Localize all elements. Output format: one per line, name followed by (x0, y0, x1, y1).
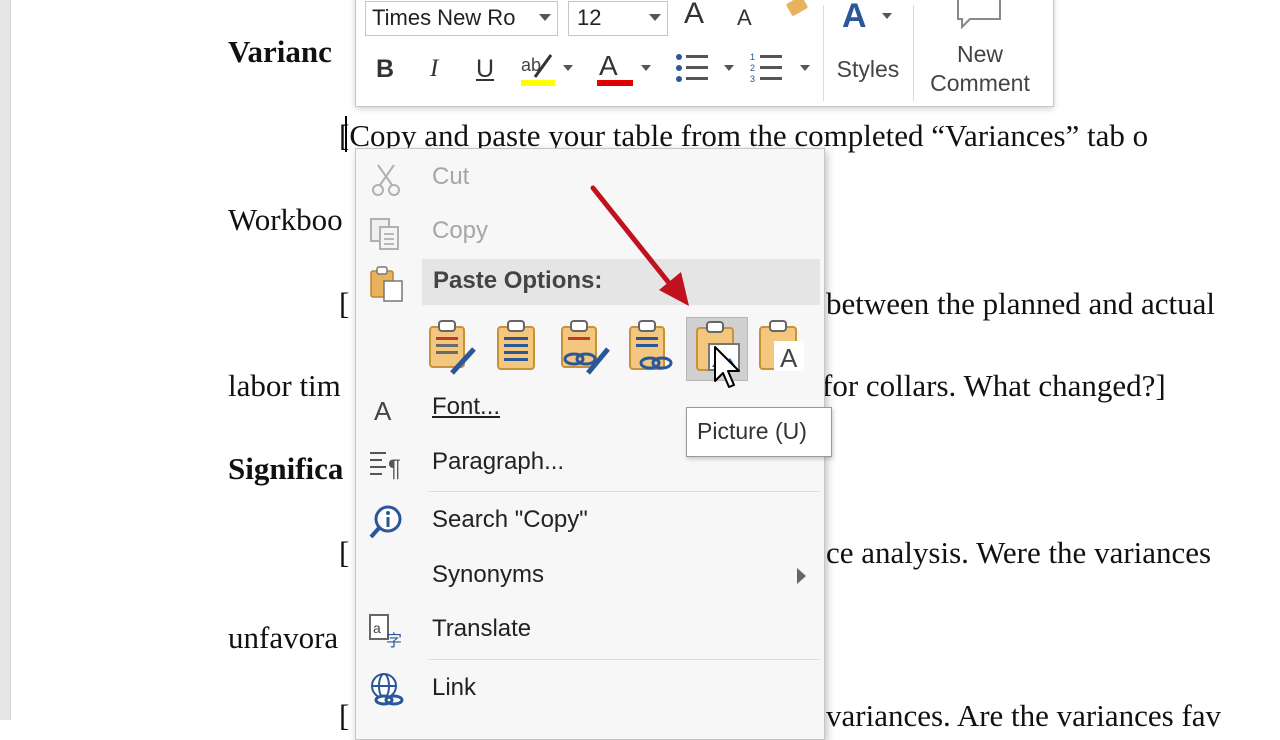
doc-paragraph-3-line-1[interactable]: ce analysis. Were the variances (826, 535, 1211, 571)
globe-link-icon (368, 672, 404, 708)
menu-item-synonyms[interactable]: Synonyms (356, 551, 824, 601)
doc-paragraph-3-bracket[interactable]: [ (339, 535, 349, 571)
font-name-combobox[interactable]: Times New Ro (365, 1, 558, 36)
doc-paragraph-1-line-2[interactable]: Workboo (228, 202, 343, 238)
chevron-down-icon (649, 14, 661, 21)
menu-separator (428, 659, 820, 660)
toolbar-separator (913, 5, 914, 101)
svg-text:2: 2 (750, 63, 755, 73)
highlight-color-button[interactable]: ab (519, 49, 575, 91)
font-size-combobox[interactable]: 12 (568, 1, 668, 36)
svg-text:3: 3 (750, 74, 755, 84)
font-size-value: 12 (577, 5, 602, 30)
new-comment-label-line-2: Comment (930, 70, 1030, 96)
tooltip-text: Picture (U) (697, 418, 807, 444)
menu-item-search-label: Search "Copy" (432, 506, 588, 533)
paste-merge-formatting-icon[interactable] (488, 317, 548, 379)
new-comment-button[interactable]: New Comment (918, 40, 1042, 98)
shrink-font-button[interactable]: A (737, 5, 752, 31)
paste-options-clipboard-icon (368, 265, 406, 303)
svg-text:a: a (373, 620, 381, 636)
doc-paragraph-4-bracket[interactable]: [ (339, 698, 349, 734)
paragraph-icon: ¶ (368, 446, 404, 482)
new-comment-label-line-1: New (956, 41, 1003, 67)
doc-paragraph-2-bracket[interactable]: [ (339, 286, 349, 322)
paste-keep-source-formatting-icon[interactable] (422, 317, 482, 379)
svg-text:A: A (842, 0, 867, 33)
copy-icon (368, 215, 404, 251)
new-comment-icon[interactable] (956, 0, 1004, 30)
svg-text:¶: ¶ (388, 455, 401, 482)
svg-text:1: 1 (750, 52, 755, 62)
paste-options-label: Paste Options: (433, 267, 603, 294)
annotation-arrow-icon (585, 180, 695, 310)
mouse-pointer-icon (713, 345, 743, 391)
svg-text:A: A (374, 396, 392, 426)
menu-item-link-label: Link (432, 674, 477, 701)
format-painter-icon[interactable] (780, 0, 814, 25)
doc-paragraph-2-line-1[interactable]: between the planned and actual (826, 286, 1215, 322)
doc-paragraph-2-line-2-right[interactable]: for collars. What changed?] (822, 368, 1166, 404)
menu-item-link[interactable]: Link (356, 664, 824, 714)
menu-item-copy-label: Copy (432, 217, 489, 244)
underline-button[interactable]: U (476, 55, 494, 84)
styles-icon[interactable]: A (838, 0, 898, 35)
menu-item-translate-label: Translate (432, 615, 532, 642)
doc-paragraph-3-line-2[interactable]: unfavora (228, 620, 338, 656)
submenu-arrow-icon (797, 568, 806, 584)
chevron-down-icon (539, 14, 551, 21)
svg-text:A: A (780, 343, 798, 373)
grow-font-button[interactable]: A (684, 0, 704, 31)
picture-tooltip: Picture (U) (686, 407, 832, 457)
menu-item-translate[interactable]: a 字 Translate (356, 605, 824, 655)
menu-item-paragraph-label: Paragraph... (432, 448, 565, 475)
document-left-margin (0, 0, 11, 720)
doc-paragraph-2-line-2-left[interactable]: labor tim (228, 368, 341, 404)
bold-button[interactable]: B (376, 55, 394, 84)
italic-button[interactable]: I (430, 55, 438, 83)
heading-significance: Significa (228, 451, 344, 486)
search-info-icon (368, 504, 404, 540)
scissors-icon (368, 161, 404, 197)
mini-toolbar: Times New Ro 12 A A B I U ab A 1 2 3 A S… (355, 0, 1054, 107)
svg-text:字: 字 (386, 632, 402, 649)
menu-item-search[interactable]: Search "Copy" (356, 496, 824, 546)
svg-text:A: A (599, 50, 618, 81)
translate-icon: a 字 (368, 613, 404, 650)
paste-keep-text-only-icon[interactable]: A (752, 317, 812, 379)
toolbar-separator (823, 5, 824, 101)
menu-item-cut-label: Cut (432, 163, 470, 190)
font-icon: A (368, 391, 404, 427)
menu-separator (428, 491, 820, 492)
paste-linked-merge-icon[interactable] (620, 317, 680, 379)
menu-item-synonyms-label: Synonyms (432, 561, 545, 588)
styles-button[interactable]: Styles (828, 55, 908, 84)
paste-linked-keep-source-icon[interactable] (554, 317, 614, 379)
menu-item-font-label: Font... (432, 393, 501, 420)
font-color-button[interactable]: A (597, 49, 653, 91)
doc-paragraph-4-line-1[interactable]: variances. Are the variances fav (826, 698, 1221, 734)
numbering-button[interactable]: 1 2 3 (750, 51, 814, 87)
bullets-button[interactable] (674, 51, 738, 87)
heading-variances: Varianc (228, 34, 332, 69)
text-cursor (345, 116, 347, 152)
font-name-value: Times New Ro (372, 5, 516, 30)
